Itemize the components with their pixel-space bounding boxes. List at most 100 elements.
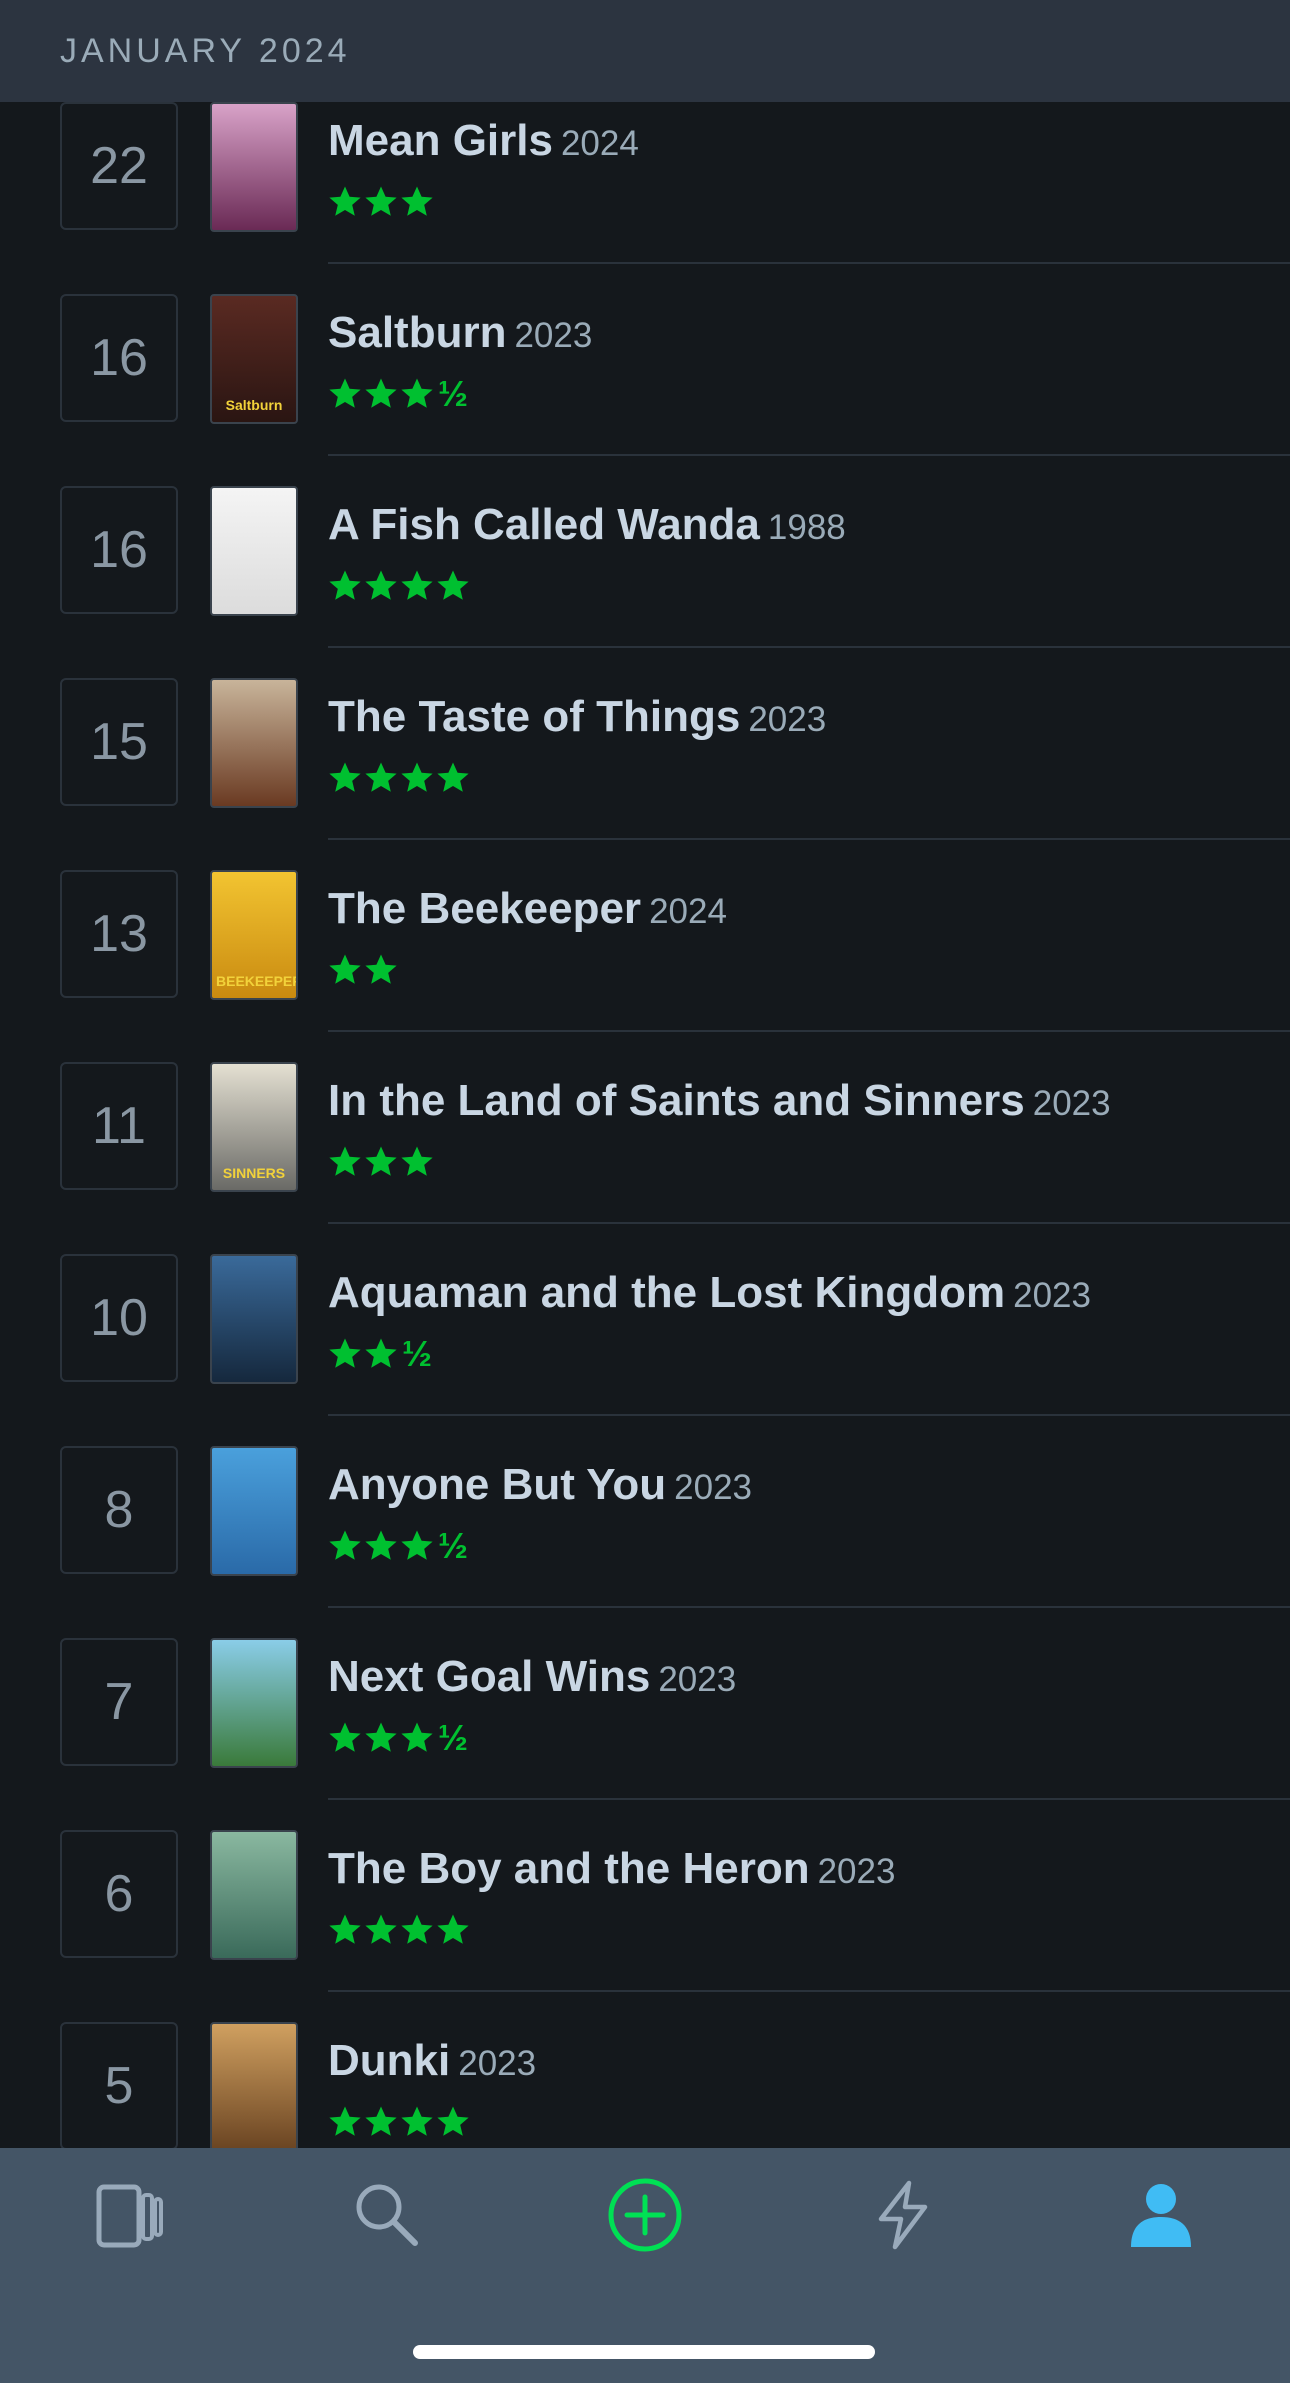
- star-icon: [365, 1146, 397, 1176]
- star-icon: [329, 1146, 361, 1176]
- diary-entry-row[interactable]: 7 Next Goal Wins 2023 ½: [0, 1608, 1290, 1800]
- film-poster[interactable]: SINNERS: [210, 1062, 298, 1192]
- star-icon: [365, 378, 397, 408]
- star-icon: [365, 2106, 397, 2136]
- film-year: 2023: [514, 316, 593, 355]
- film-poster[interactable]: Saltburn: [210, 294, 298, 424]
- film-poster[interactable]: [210, 1446, 298, 1576]
- film-title[interactable]: In the Land of Saints and Sinners: [328, 1076, 1025, 1125]
- star-icon: [437, 762, 469, 792]
- half-star-icon: ½: [438, 1717, 469, 1758]
- half-star-icon: ½: [438, 1525, 469, 1566]
- film-poster[interactable]: BEEKEEPER: [210, 870, 298, 1000]
- tab-add[interactable]: [600, 2170, 690, 2260]
- tab-profile[interactable]: [1116, 2170, 1206, 2260]
- film-year: 2023: [674, 1468, 753, 1507]
- title-line: Mean Girls 2024: [328, 116, 639, 166]
- film-poster[interactable]: [210, 1830, 298, 1960]
- tab-bar: [0, 2148, 1290, 2383]
- star-icon: [437, 570, 469, 600]
- film-title[interactable]: A Fish Called Wanda: [328, 500, 760, 549]
- star-rating: [328, 568, 472, 604]
- star-icon: [329, 762, 361, 792]
- title-line: Saltburn 2023: [328, 308, 592, 358]
- day-box: 15: [60, 678, 178, 806]
- film-title[interactable]: Dunki: [328, 2036, 450, 2085]
- star-rating: [328, 1144, 436, 1180]
- tab-films[interactable]: [84, 2170, 174, 2260]
- tab-search[interactable]: [342, 2170, 432, 2260]
- star-icon: [401, 1530, 433, 1560]
- star-icon: [401, 2106, 433, 2136]
- film-title[interactable]: Next Goal Wins: [328, 1652, 650, 1701]
- title-line: A Fish Called Wanda 1988: [328, 500, 846, 550]
- day-box: 7: [60, 1638, 178, 1766]
- diary-entry-row[interactable]: 5 Dunki 2023: [0, 1992, 1290, 2148]
- title-line: Dunki 2023: [328, 2036, 536, 2086]
- star-icon: [365, 1338, 397, 1368]
- film-year: 2023: [1032, 1084, 1111, 1123]
- diary-list[interactable]: 22 Mean Girls 2024 16 Saltburn Saltburn 2023 ½ 1…: [0, 102, 1290, 2148]
- film-title[interactable]: Aquaman and the Lost Kingdom: [328, 1268, 1005, 1317]
- star-icon: [365, 1530, 397, 1560]
- star-rating: [328, 2104, 472, 2140]
- star-icon: [401, 1722, 433, 1752]
- star-rating: [328, 1912, 472, 1948]
- star-icon: [329, 1914, 361, 1944]
- day-box: 13: [60, 870, 178, 998]
- star-icon: [365, 954, 397, 984]
- star-icon: [329, 186, 361, 216]
- film-title[interactable]: Anyone But You: [328, 1460, 666, 1509]
- star-icon: [329, 1722, 361, 1752]
- film-year: 2023: [1013, 1276, 1091, 1315]
- profile-icon: [1131, 2184, 1191, 2247]
- title-line: Anyone But You 2023: [328, 1460, 752, 1510]
- film-year: 2023: [658, 1660, 737, 1699]
- film-year: 2023: [817, 1852, 896, 1891]
- film-poster[interactable]: [210, 2022, 298, 2148]
- add-icon: [608, 2178, 682, 2252]
- day-box: 16: [60, 486, 178, 614]
- star-icon: [365, 570, 397, 600]
- film-title[interactable]: Saltburn: [328, 308, 506, 357]
- film-title[interactable]: Mean Girls: [328, 116, 553, 165]
- film-poster[interactable]: [210, 678, 298, 808]
- film-poster[interactable]: [210, 1254, 298, 1384]
- poster-text: Saltburn: [225, 397, 283, 413]
- films-icon: [96, 2184, 163, 2248]
- film-poster[interactable]: [210, 102, 298, 232]
- diary-entry-row[interactable]: 6 The Boy and the Heron 2023: [0, 1800, 1290, 1992]
- day-box: 16: [60, 294, 178, 422]
- day-box: 22: [60, 102, 178, 230]
- diary-entry-row[interactable]: 11 SINNERS In the Land of Saints and Sinne…: [0, 1032, 1290, 1224]
- title-line: The Taste of Things 2023: [328, 692, 826, 742]
- half-star-icon: ½: [438, 373, 469, 414]
- film-poster[interactable]: [210, 486, 298, 616]
- diary-entry-row[interactable]: 10 Aquaman and the Lost Kingdom 2023 ½: [0, 1224, 1290, 1416]
- diary-entry-row[interactable]: 22 Mean Girls 2024: [0, 102, 1290, 264]
- star-icon: [365, 1914, 397, 1944]
- diary-entry-row[interactable]: 13 BEEKEEPER The Beekeeper 2024: [0, 840, 1290, 1032]
- tab-activity[interactable]: [858, 2170, 948, 2260]
- day-box: 11: [60, 1062, 178, 1190]
- diary-entry-row[interactable]: 8 Anyone But You 2023 ½: [0, 1416, 1290, 1608]
- film-title[interactable]: The Taste of Things: [328, 692, 740, 741]
- star-icon: [365, 762, 397, 792]
- diary-entry-row[interactable]: 16 Saltburn Saltburn 2023 ½: [0, 264, 1290, 456]
- month-header: JANUARY 2024: [0, 0, 1290, 102]
- half-star-icon: ½: [402, 1333, 433, 1374]
- title-line: Aquaman and the Lost Kingdom 2023: [328, 1268, 1091, 1318]
- title-line: Next Goal Wins 2023: [328, 1652, 736, 1702]
- star-icon: [329, 570, 361, 600]
- star-icon: [401, 1914, 433, 1944]
- film-year: 2024: [649, 892, 727, 931]
- film-year: 1988: [767, 508, 846, 547]
- diary-entry-row[interactable]: 15 The Taste of Things 2023: [0, 648, 1290, 840]
- star-icon: [401, 762, 433, 792]
- film-poster[interactable]: [210, 1638, 298, 1768]
- star-rating: ½: [328, 1720, 468, 1756]
- home-indicator[interactable]: [413, 2345, 875, 2359]
- film-title[interactable]: The Beekeeper: [328, 884, 641, 933]
- diary-entry-row[interactable]: 16 A Fish Called Wanda 1988: [0, 456, 1290, 648]
- film-title[interactable]: The Boy and the Heron: [328, 1844, 810, 1893]
